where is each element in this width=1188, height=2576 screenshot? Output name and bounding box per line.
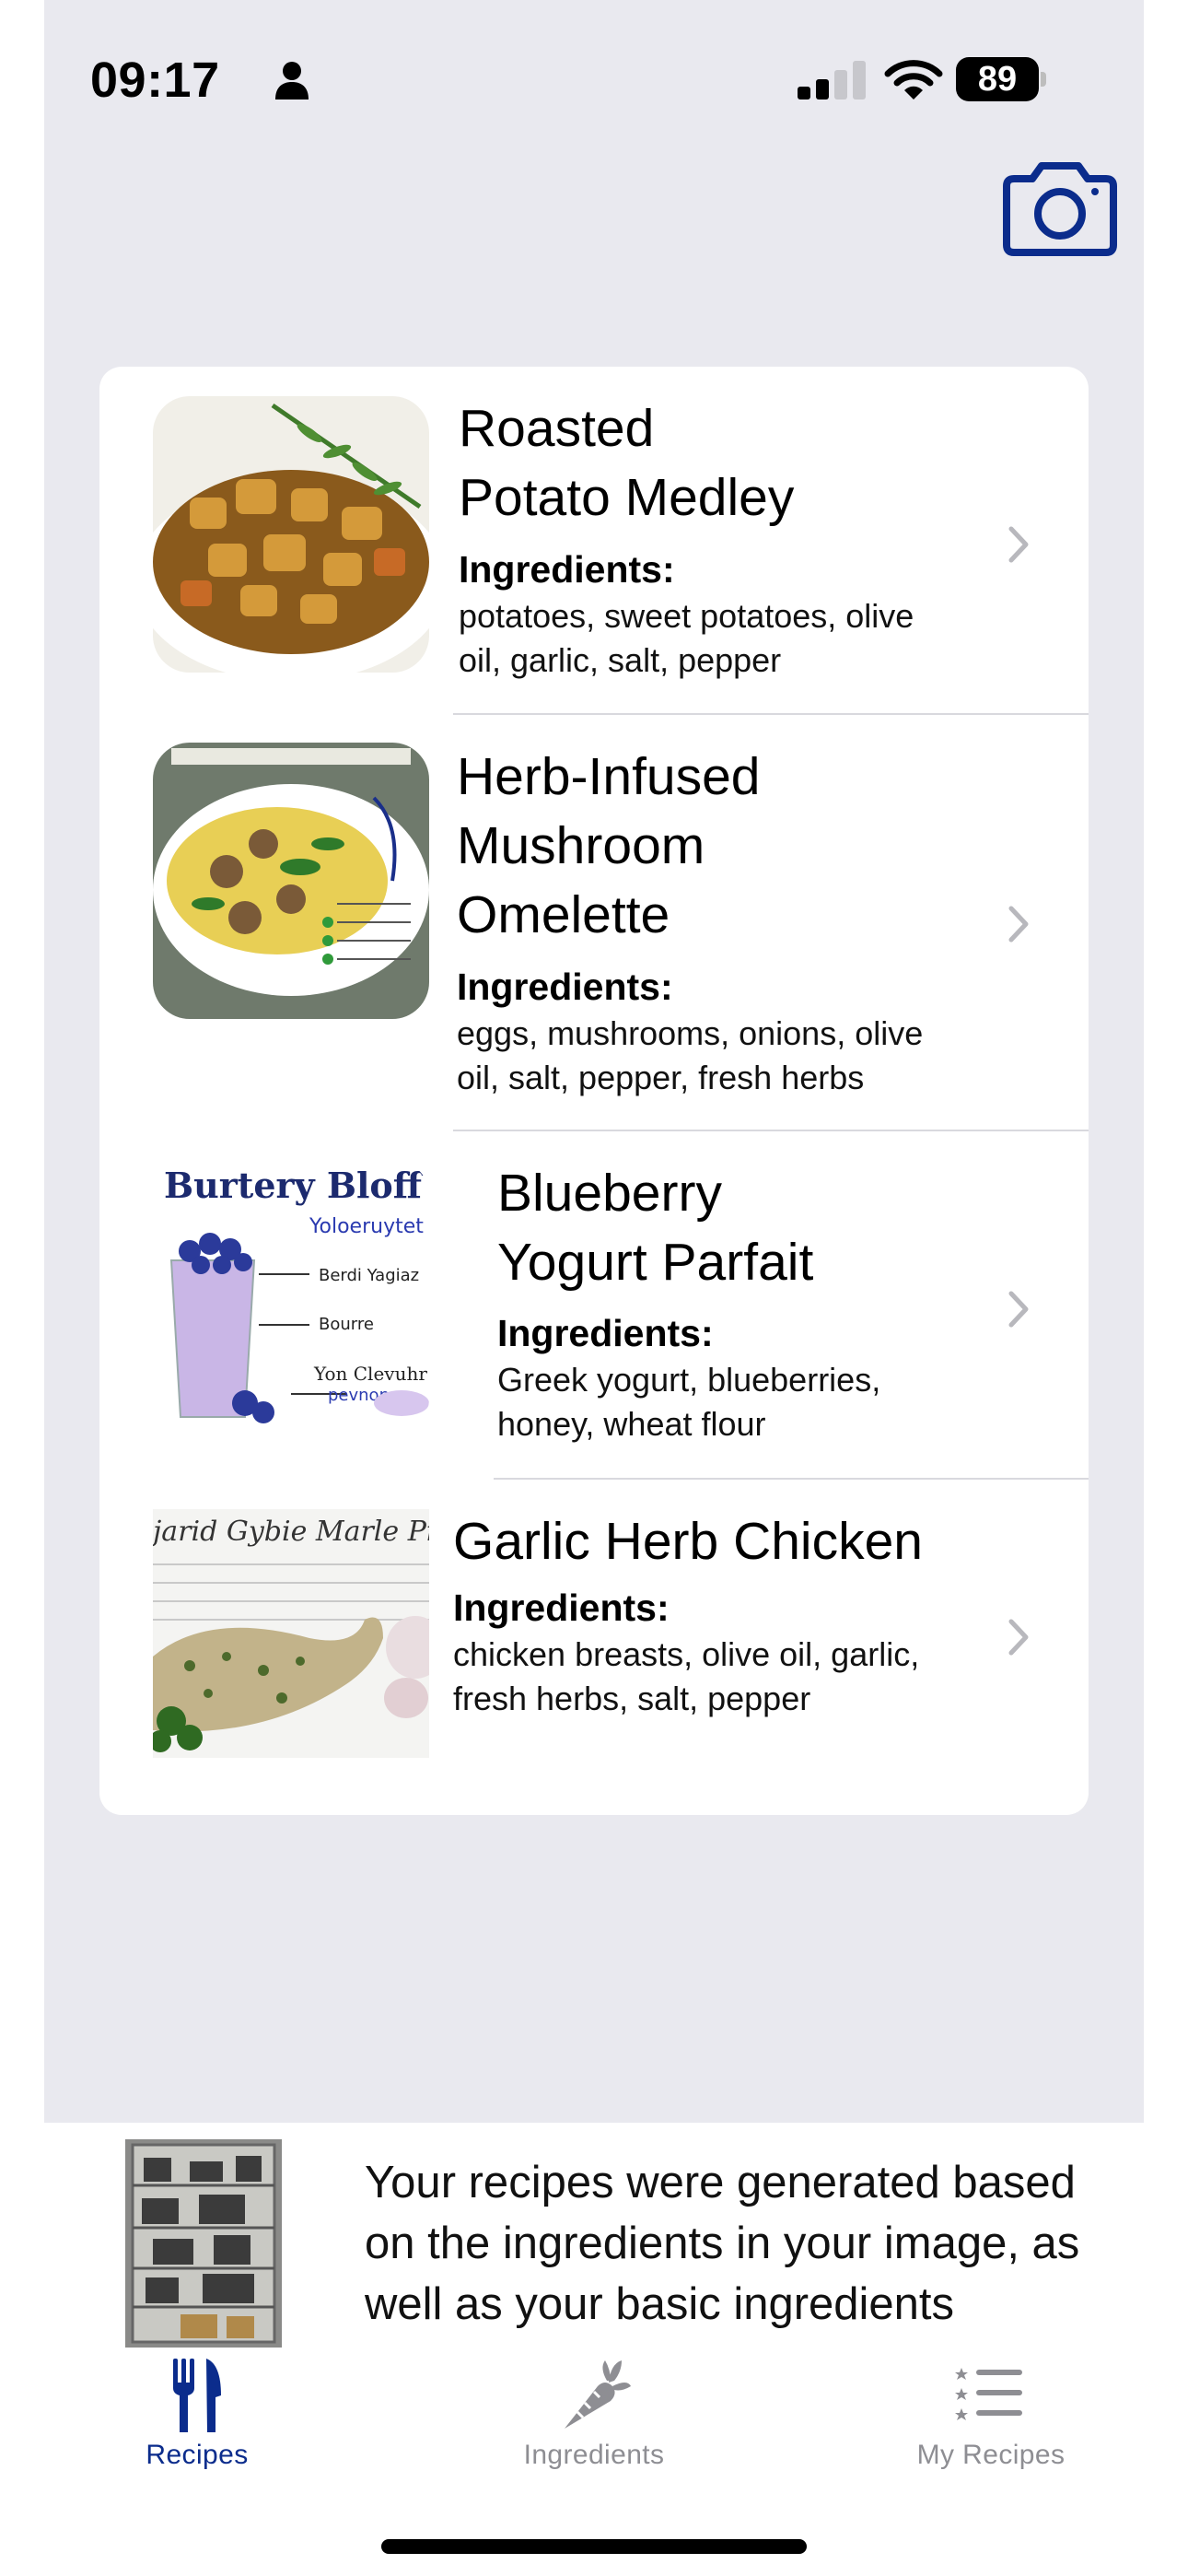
recipe-title: Blueberry Yogurt Parfait [497, 1159, 813, 1297]
svg-text:Yoloeruytet: Yoloeruytet [309, 1215, 424, 1238]
wifi-icon [884, 60, 943, 100]
battery-tip [1041, 72, 1046, 87]
carrot-icon [565, 2360, 631, 2429]
recipe-thumbnail [153, 743, 429, 1019]
ingredients-label: Ingredients: [497, 1312, 714, 1354]
ingredients-text: potatoes, sweet potatoes, olive oil, gar… [459, 594, 974, 683]
status-time: 09:17 [90, 53, 220, 108]
home-indicator[interactable] [381, 2539, 807, 2554]
chevron-right-icon [1008, 906, 1029, 943]
info-message: Your recipes were generated based on the… [365, 2152, 1129, 2335]
recipe-title-line: Potato Medley [459, 468, 795, 527]
ingredients-line: oil, garlic, salt, pepper [459, 641, 782, 679]
tab-recipes[interactable]: Recipes [77, 2359, 317, 2488]
recipe-thumbnail: Burtery Bloff Yoloeruytet Berdi Yagiaz B… [153, 1159, 429, 1435]
recipe-title-line: Mushroom [457, 816, 705, 875]
ingredients-photo-thumbnail [125, 2139, 282, 2348]
ingredients-label: Ingredients: [453, 1587, 670, 1629]
fork-knife-icon [173, 2359, 221, 2432]
chevron-right-icon [1008, 1291, 1029, 1328]
recipe-row-blueberry-yogurt-parfait[interactable]: Burtery Bloff Yoloeruytet Berdi Yagiaz B… [99, 1131, 1089, 1480]
ingredients-line: Greek yogurt, blueberries, [497, 1361, 881, 1399]
recipe-title: Roasted Potato Medley [459, 394, 794, 533]
svg-text:Berdi Yagiaz: Berdi Yagiaz [319, 1266, 419, 1285]
battery-indicator: 89 [956, 57, 1048, 101]
recipe-thumbnail: jarid Gybie Marle Pi [153, 1509, 429, 1758]
recipe-title: Garlic Herb Chicken [453, 1507, 923, 1576]
ingredients-line: potatoes, sweet potatoes, olive [459, 597, 914, 635]
signal-icon [798, 61, 866, 100]
svg-text:Burtery Bloff: Burtery Bloff [164, 1165, 425, 1206]
chevron-right-icon [1008, 1619, 1029, 1656]
recipe-thumbnail [153, 396, 429, 673]
ingredients-line: fresh herbs, salt, pepper [453, 1680, 811, 1717]
tab-label: My Recipes [916, 2440, 1066, 2470]
recipe-title-line: Omelette [457, 885, 670, 944]
tab-label: Recipes [146, 2440, 249, 2470]
svg-text:Yon Clevuhr: Yon Clevuhr [313, 1363, 427, 1385]
info-message-line: well as your basic ingredients [365, 2279, 955, 2329]
ingredients-line: eggs, mushrooms, onions, olive [457, 1014, 924, 1052]
ingredients-label: Ingredients: [457, 966, 673, 1008]
person-icon [275, 62, 309, 100]
info-message-line: on the ingredients in your image, as [365, 2219, 1080, 2268]
camera-button[interactable] [999, 160, 1121, 258]
recipe-title-line: Blueberry [497, 1164, 722, 1223]
ingredients-line: honey, wheat flour [497, 1405, 766, 1443]
battery-level: 89 [956, 57, 1039, 101]
recipe-list: Roasted Potato Medley Ingredients: potat… [99, 367, 1089, 1815]
ingredients-label: Ingredients: [459, 548, 675, 591]
svg-text:jarid Gybie Marle Pi: jarid Gybie Marle Pi [153, 1516, 429, 1548]
recipe-title-line: Yogurt Parfait [497, 1233, 814, 1292]
info-message-line: Your recipes were generated based [365, 2158, 1076, 2207]
svg-text:Bourre: Bourre [319, 1315, 374, 1334]
recipe-row-roasted-potato-medley[interactable]: Roasted Potato Medley Ingredients: potat… [99, 367, 1089, 715]
recipe-title-line: Roasted [459, 399, 655, 458]
ingredients-text: chicken breasts, olive oil, garlic, fres… [453, 1633, 969, 1721]
ingredients-line: oil, salt, pepper, fresh herbs [457, 1059, 865, 1096]
ingredients-line: chicken breasts, olive oil, garlic, [453, 1635, 920, 1673]
tab-ingredients[interactable]: Ingredients [474, 2359, 714, 2488]
recipe-row-herb-infused-mushroom-omelette[interactable]: Herb-Infused Mushroom Omelette Ingredien… [99, 715, 1089, 1131]
list-icon [955, 2368, 1022, 2420]
camera-icon [1003, 162, 1117, 256]
ingredients-text: eggs, mushrooms, onions, olive oil, salt… [457, 1012, 973, 1100]
tab-label: Ingredients [523, 2440, 665, 2470]
recipe-title-line: Garlic Herb Chicken [453, 1512, 923, 1571]
ingredients-text: Greek yogurt, blueberries, honey, wheat … [497, 1358, 1013, 1446]
tab-my-recipes[interactable]: My Recipes [871, 2359, 1111, 2488]
recipe-row-garlic-herb-chicken[interactable]: jarid Gybie Marle Pi Garlic Herb Chicken [99, 1480, 1089, 1815]
recipe-title-line: Herb-Infused [457, 747, 761, 806]
chevron-right-icon [1008, 526, 1029, 563]
recipe-title: Herb-Infused Mushroom Omelette [457, 743, 761, 950]
